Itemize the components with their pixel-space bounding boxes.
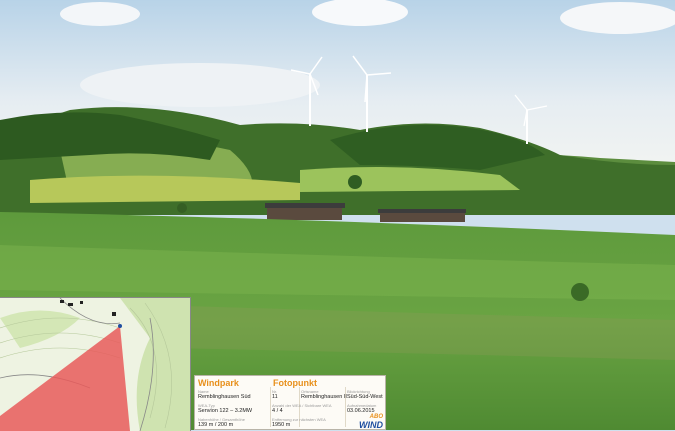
nr-value: 11 <box>272 394 278 400</box>
barn <box>267 206 342 220</box>
photo-info-panel: Windpark Fotopunkt Name Remblinghausen S… <box>194 375 386 430</box>
location-map <box>0 297 191 431</box>
windpark-title: Windpark <box>198 378 239 388</box>
photo-point-marker <box>118 324 122 328</box>
barn-roof <box>378 209 466 213</box>
anzahl-value: 4 / 4 <box>272 408 283 414</box>
fotopunkt-title: Fotopunkt <box>273 378 317 388</box>
ortsname-value: Remblinghausen II <box>301 394 347 400</box>
hoehe-value: 139 m / 200 m <box>198 422 234 428</box>
abo-wind-logo: ABO WIND <box>359 413 383 430</box>
blickrichtung-value: Süd-Süd-West <box>347 394 383 400</box>
cloud <box>60 2 140 26</box>
tree <box>348 175 362 189</box>
tree <box>177 203 187 213</box>
bush <box>571 283 589 301</box>
logo-bottom: WIND <box>359 420 383 430</box>
cloud <box>80 63 320 107</box>
entfernung-value: 1950 m <box>272 422 291 428</box>
name-value: Remblinghausen Süd <box>198 394 251 400</box>
barn-roof <box>265 203 345 208</box>
barn <box>380 212 465 222</box>
cloud <box>560 2 675 34</box>
wea-typ-value: Senvion 122 – 3.2MW <box>198 408 253 414</box>
